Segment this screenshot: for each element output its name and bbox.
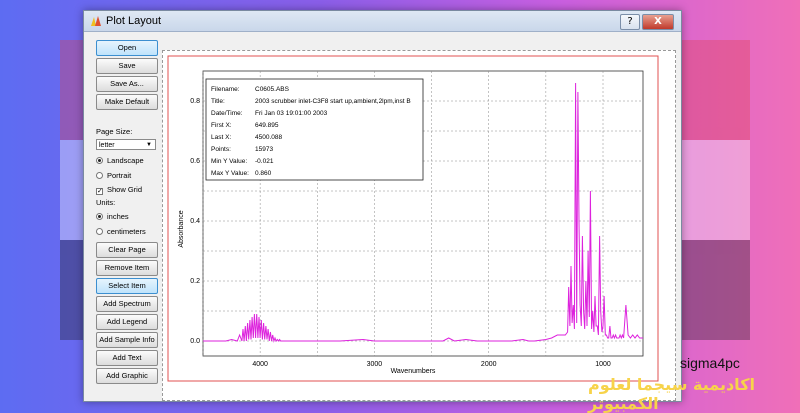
portrait-label: Portrait <box>107 171 132 180</box>
add-graphic-button[interactable]: Add Graphic <box>96 368 158 384</box>
centimeters-label: centimeters <box>107 227 146 236</box>
info-key: Filename: <box>211 86 240 93</box>
info-value: Fri Jan 03 19:01:00 2003 <box>255 110 328 117</box>
sample-info-box[interactable]: Filename: C0605.ABS Title: 2003 scrubber in… <box>205 78 424 181</box>
sidebar: Open Save Save As... Make Default Page S… <box>84 32 160 400</box>
info-key: Last X: <box>211 134 231 141</box>
y-axis-label: Absorbance <box>178 210 185 247</box>
save-as-button[interactable]: Save As... <box>96 76 158 92</box>
x-tick-label: 2000 <box>481 361 497 368</box>
close-button[interactable]: X <box>642 14 674 30</box>
radio-icon <box>96 228 103 235</box>
radio-icon <box>96 172 103 179</box>
window-title: Plot Layout <box>106 15 162 27</box>
add-text-button[interactable]: Add Text <box>96 350 158 366</box>
y-tick-label: 0.0 <box>190 338 200 345</box>
page-size-value: letter <box>99 142 115 149</box>
add-sample-info-button[interactable]: Add Sample Info <box>96 332 158 348</box>
y-tick-label: 0.6 <box>190 158 200 165</box>
info-key: Points: <box>211 146 231 153</box>
radio-icon <box>96 213 103 220</box>
radio-icon <box>96 157 103 164</box>
info-value: 2003 scrubber inlet-C3F8 start up,ambien… <box>255 98 411 105</box>
save-button[interactable]: Save <box>96 58 158 74</box>
y-tick-label: 0.2 <box>190 278 200 285</box>
spectrum-chart: 4000 3000 2000 1000 0.0 0.2 0.4 0.6 0.8 Wavenum… <box>167 55 659 382</box>
checkmark-icon: ✓ <box>96 188 103 195</box>
add-legend-button[interactable]: Add Legend <box>96 314 158 330</box>
x-axis-label: Wavenumbers <box>391 368 436 375</box>
clear-page-button[interactable]: Clear Page <box>96 242 158 258</box>
plot-canvas[interactable]: 4000 3000 2000 1000 0.0 0.2 0.4 0.6 0.8 Wavenum… <box>162 50 676 401</box>
x-tick-label: 4000 <box>252 361 268 368</box>
x-tick-label: 3000 <box>367 361 383 368</box>
watermark-arabic: اكاديمية سيجما لعلوم الكمبيوتر <box>588 375 755 413</box>
remove-item-button[interactable]: Remove Item <box>96 260 158 276</box>
inches-label: inches <box>107 212 129 221</box>
add-spectrum-button[interactable]: Add Spectrum <box>96 296 158 312</box>
title-bar: Plot Layout ? X <box>84 11 681 32</box>
portrait-radio[interactable]: Portrait <box>96 171 131 180</box>
plot-layout-window: Plot Layout ? X Open Save Save As... Mak… <box>83 10 682 402</box>
landscape-label: Landscape <box>107 156 144 165</box>
info-value: 4500.088 <box>255 134 282 141</box>
centimeters-radio[interactable]: centimeters <box>96 227 146 236</box>
app-icon <box>91 16 101 26</box>
open-button[interactable]: Open <box>96 40 158 56</box>
page-size-label: Page Size: <box>96 127 133 136</box>
select-item-button[interactable]: Select Item <box>96 278 158 294</box>
show-grid-checkbox[interactable]: ✓ Show Grid <box>96 185 142 195</box>
units-label: Units: <box>96 198 116 207</box>
inches-radio[interactable]: inches <box>96 212 129 221</box>
info-key: Max Y Value: <box>211 170 249 177</box>
landscape-radio[interactable]: Landscape <box>96 156 144 165</box>
info-value: 0.860 <box>255 170 272 177</box>
x-tick-label: 1000 <box>595 361 611 368</box>
info-value: -0.021 <box>255 158 274 165</box>
info-key: Min Y Value: <box>211 158 247 165</box>
make-default-button[interactable]: Make Default <box>96 94 158 110</box>
info-key: Title: <box>211 98 225 105</box>
info-key: Date/Time: <box>211 110 243 117</box>
chevron-down-icon: ▼ <box>146 142 152 148</box>
help-button[interactable]: ? <box>620 14 640 30</box>
page-size-select[interactable]: letter ▼ <box>96 139 156 150</box>
watermark-text: sigma4pc <box>680 355 740 371</box>
y-tick-label: 0.8 <box>190 98 200 105</box>
info-value: C0605.ABS <box>255 86 290 93</box>
y-tick-label: 0.4 <box>190 218 200 225</box>
info-value: 649.895 <box>255 122 279 129</box>
info-key: First X: <box>211 122 232 129</box>
info-value: 15973 <box>255 146 273 153</box>
show-grid-label: Show Grid <box>107 185 143 194</box>
